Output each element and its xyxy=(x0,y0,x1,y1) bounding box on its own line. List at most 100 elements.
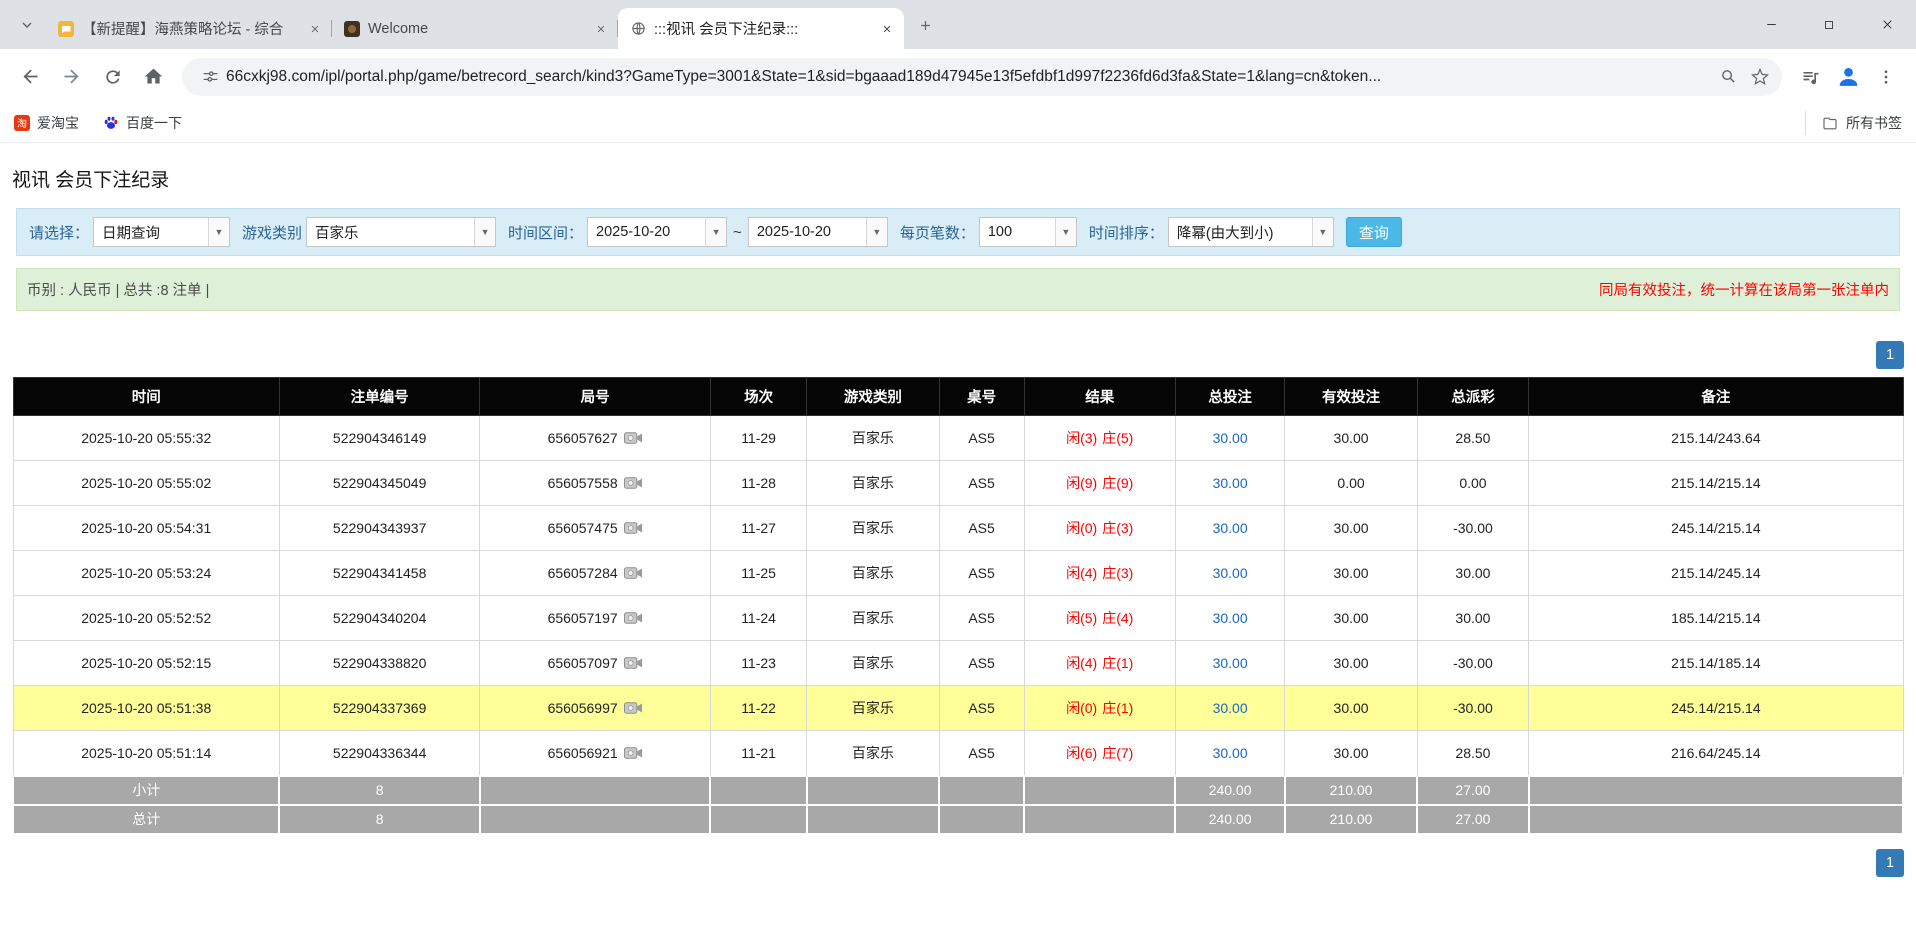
home-button[interactable] xyxy=(135,58,172,95)
chevron-down-icon[interactable]: ▼ xyxy=(474,218,495,246)
date-from-select[interactable]: 2025-10-20 ▼ xyxy=(587,217,727,247)
sort-select[interactable]: 降幂(由大到小) ▼ xyxy=(1168,217,1334,247)
cell-total-bet: 30.00 xyxy=(1175,686,1285,731)
page-size-value: 100 xyxy=(980,224,1055,240)
cell-session: 11-25 xyxy=(710,551,806,596)
cell-result: 闲(9)庄(9) xyxy=(1024,461,1175,506)
column-header: 局号 xyxy=(480,378,711,416)
bookmark-aitaobao[interactable]: 淘 爱淘宝 xyxy=(14,113,79,133)
summary-total-bet: 240.00 xyxy=(1175,805,1285,834)
cell-round: 656056921 xyxy=(480,731,711,776)
cell-session: 11-29 xyxy=(710,416,806,461)
forward-button[interactable] xyxy=(53,58,90,95)
table-row: 2025-10-20 05:51:14 522904336344 6560569… xyxy=(13,731,1903,776)
chevron-down-icon[interactable]: ▼ xyxy=(208,218,229,246)
tab-welcome[interactable]: Welcome xyxy=(332,8,618,49)
date-range-label: 时间区间： xyxy=(508,222,583,243)
cell-game-type: 百家乐 xyxy=(807,686,939,731)
bet-table-body: 2025-10-20 05:55:32 522904346149 6560576… xyxy=(13,416,1903,834)
total-bet-link[interactable]: 30.00 xyxy=(1213,520,1248,536)
cell-game-type: 百家乐 xyxy=(807,506,939,551)
tab-forum[interactable]: 【新提醒】海燕策略论坛 - 综合 xyxy=(46,8,332,49)
column-header: 备注 xyxy=(1529,378,1903,416)
summary-cell xyxy=(939,776,1024,805)
zoom-icon[interactable] xyxy=(1712,61,1744,93)
minimize-button[interactable] xyxy=(1742,0,1800,49)
valid-bet-notice-text: 同局有效投注，统一计算在该局第一张注单内 xyxy=(1599,279,1889,300)
game-type-select[interactable]: 百家乐 ▼ xyxy=(306,217,496,247)
svg-text:淘: 淘 xyxy=(17,117,27,130)
site-info-tune-icon[interactable] xyxy=(194,61,226,93)
page-button[interactable]: 1 xyxy=(1876,849,1904,877)
video-replay-icon[interactable] xyxy=(624,746,643,760)
total-bet-link[interactable]: 30.00 xyxy=(1213,430,1248,446)
video-replay-icon[interactable] xyxy=(624,431,643,445)
tab-close-icon[interactable] xyxy=(306,20,324,38)
video-replay-icon[interactable] xyxy=(624,656,643,670)
cell-time: 2025-10-20 05:55:02 xyxy=(13,461,279,506)
chevron-down-icon[interactable]: ▼ xyxy=(866,218,887,246)
total-bet-link[interactable]: 30.00 xyxy=(1213,565,1248,581)
bookmark-star-icon[interactable] xyxy=(1744,61,1776,93)
reload-button[interactable] xyxy=(94,58,131,95)
page-size-select[interactable]: 100 ▼ xyxy=(979,217,1077,247)
media-controls-icon[interactable] xyxy=(1792,58,1829,95)
mode-label: 请选择： xyxy=(29,222,89,243)
video-replay-icon[interactable] xyxy=(624,701,643,715)
maximize-button[interactable] xyxy=(1800,0,1858,49)
date-to-select[interactable]: 2025-10-20 ▼ xyxy=(748,217,888,247)
total-bet-link[interactable]: 30.00 xyxy=(1213,745,1248,761)
back-button[interactable] xyxy=(12,58,49,95)
chevron-down-icon[interactable]: ▼ xyxy=(1055,218,1076,246)
summary-count: 8 xyxy=(279,805,479,834)
cell-round: 656056997 xyxy=(480,686,711,731)
summary-cell xyxy=(1529,776,1903,805)
result-player: 闲(4) xyxy=(1066,655,1097,671)
tab-bet-record[interactable]: :::视讯 会员下注纪录::: xyxy=(618,8,904,49)
pagination-bottom: 1 xyxy=(12,849,1904,877)
cell-session: 11-24 xyxy=(710,596,806,641)
cell-result: 闲(4)庄(3) xyxy=(1024,551,1175,596)
browser-menu-icon[interactable] xyxy=(1867,58,1904,95)
column-header: 桌号 xyxy=(939,378,1024,416)
tab-close-icon[interactable] xyxy=(592,20,610,38)
tab-close-icon[interactable] xyxy=(878,20,896,38)
total-bet-link[interactable]: 30.00 xyxy=(1213,475,1248,491)
address-bar[interactable]: 66cxkj98.com/ipl/portal.php/game/betreco… xyxy=(182,58,1782,96)
search-button[interactable]: 查询 xyxy=(1346,217,1402,247)
cell-note: 215.14/215.14 xyxy=(1529,461,1903,506)
video-replay-icon[interactable] xyxy=(624,521,643,535)
bet-record-table: 时间注单编号局号场次游戏类别桌号结果总投注有效投注总派彩备注 2025-10-2… xyxy=(12,377,1904,835)
total-bet-link[interactable]: 30.00 xyxy=(1213,655,1248,671)
new-tab-button[interactable] xyxy=(910,10,940,40)
close-button[interactable] xyxy=(1858,0,1916,49)
cell-game-type: 百家乐 xyxy=(807,641,939,686)
total-bet-link[interactable]: 30.00 xyxy=(1213,700,1248,716)
column-header: 场次 xyxy=(710,378,806,416)
page-content: 视讯 会员下注纪录 请选择： 日期查询 ▼ 游戏类别 百家乐 ▼ 时间区间： 2… xyxy=(0,165,1916,877)
total-bet-link[interactable]: 30.00 xyxy=(1213,610,1248,626)
result-banker: 庄(1) xyxy=(1102,655,1133,671)
round-number: 656057475 xyxy=(548,520,618,536)
video-replay-icon[interactable] xyxy=(624,476,643,490)
forum-favicon-icon xyxy=(58,21,74,37)
bookmark-label: 百度一下 xyxy=(126,113,182,133)
cell-result: 闲(0)庄(1) xyxy=(1024,686,1175,731)
all-bookmarks-button[interactable]: 所有书签 xyxy=(1805,111,1902,135)
chevron-down-icon[interactable]: ▼ xyxy=(705,218,726,246)
chevron-down-icon[interactable]: ▼ xyxy=(1312,218,1333,246)
page-button[interactable]: 1 xyxy=(1876,341,1904,369)
profile-avatar-icon[interactable] xyxy=(1831,60,1865,94)
summary-cell xyxy=(939,805,1024,834)
cell-round: 656057097 xyxy=(480,641,711,686)
cell-time: 2025-10-20 05:51:38 xyxy=(13,686,279,731)
date-separator: ~ xyxy=(733,224,742,241)
tab-search-chevron-icon[interactable] xyxy=(12,10,42,40)
column-header: 结果 xyxy=(1024,378,1175,416)
video-replay-icon[interactable] xyxy=(624,611,643,625)
video-replay-icon[interactable] xyxy=(624,566,643,580)
bookmark-baidu[interactable]: 百度一下 xyxy=(103,113,182,133)
tab-title: 【新提醒】海燕策略论坛 - 综合 xyxy=(82,18,298,39)
cell-note: 215.14/243.64 xyxy=(1529,416,1903,461)
mode-select[interactable]: 日期查询 ▼ xyxy=(93,217,230,247)
